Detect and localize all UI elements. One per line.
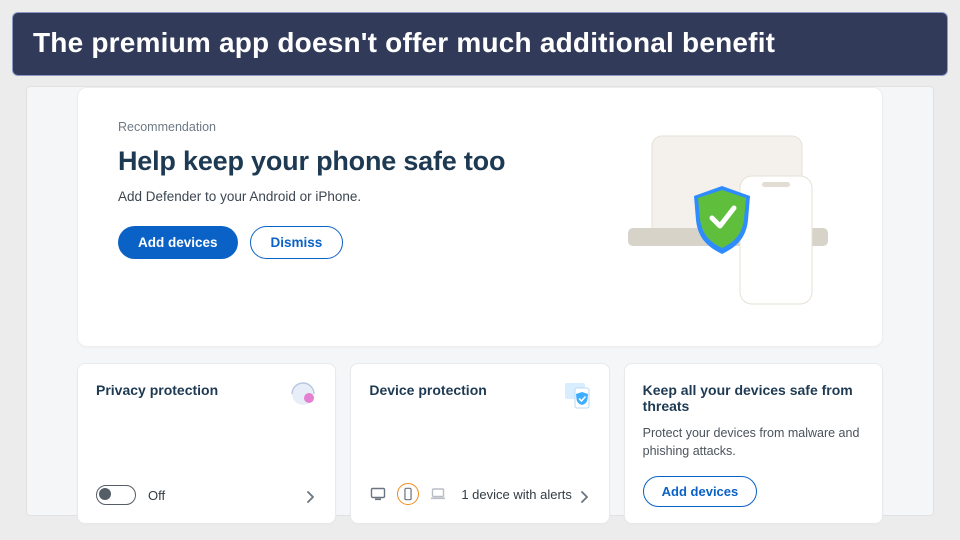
caption-text: The premium app doesn't offer much addit…: [33, 27, 775, 58]
promo-tile-title: Keep all your devices safe from threats: [643, 382, 864, 414]
device-status-text: 1 device with alerts: [461, 487, 572, 502]
recommendation-card: Recommendation Help keep your phone safe…: [77, 87, 883, 347]
tiles-row: Privacy protection Off Device protectio: [77, 363, 883, 524]
add-devices-promo-tile: Keep all your devices safe from threats …: [624, 363, 883, 524]
chevron-right-icon[interactable]: [575, 487, 595, 507]
promo-add-devices-button[interactable]: Add devices: [643, 476, 758, 507]
phone-alert-icon: [397, 483, 419, 505]
recommendation-illustration: [622, 116, 842, 316]
privacy-toggle-label: Off: [148, 488, 165, 503]
privacy-protection-tile[interactable]: Privacy protection Off: [77, 363, 336, 524]
toggle-knob: [99, 488, 111, 500]
privacy-toggle[interactable]: [96, 485, 136, 505]
globe-privacy-icon: [287, 378, 319, 410]
privacy-toggle-row: Off: [96, 485, 165, 505]
app-window: Recommendation Help keep your phone safe…: [26, 86, 934, 516]
device-status-row: 1 device with alerts: [369, 483, 572, 505]
promo-tile-subtitle: Protect your devices from malware and ph…: [643, 424, 864, 460]
device-shield-icon: [561, 378, 593, 410]
monitor-icon: [369, 485, 387, 503]
dismiss-button[interactable]: Dismiss: [250, 226, 344, 259]
device-tile-title: Device protection: [369, 382, 590, 398]
privacy-tile-title: Privacy protection: [96, 382, 317, 398]
laptop-icon: [429, 485, 447, 503]
chevron-right-icon[interactable]: [301, 487, 321, 507]
add-devices-button[interactable]: Add devices: [118, 226, 238, 259]
caption-overlay: The premium app doesn't offer much addit…: [12, 12, 948, 76]
device-protection-tile[interactable]: Device protection 1 de: [350, 363, 609, 524]
